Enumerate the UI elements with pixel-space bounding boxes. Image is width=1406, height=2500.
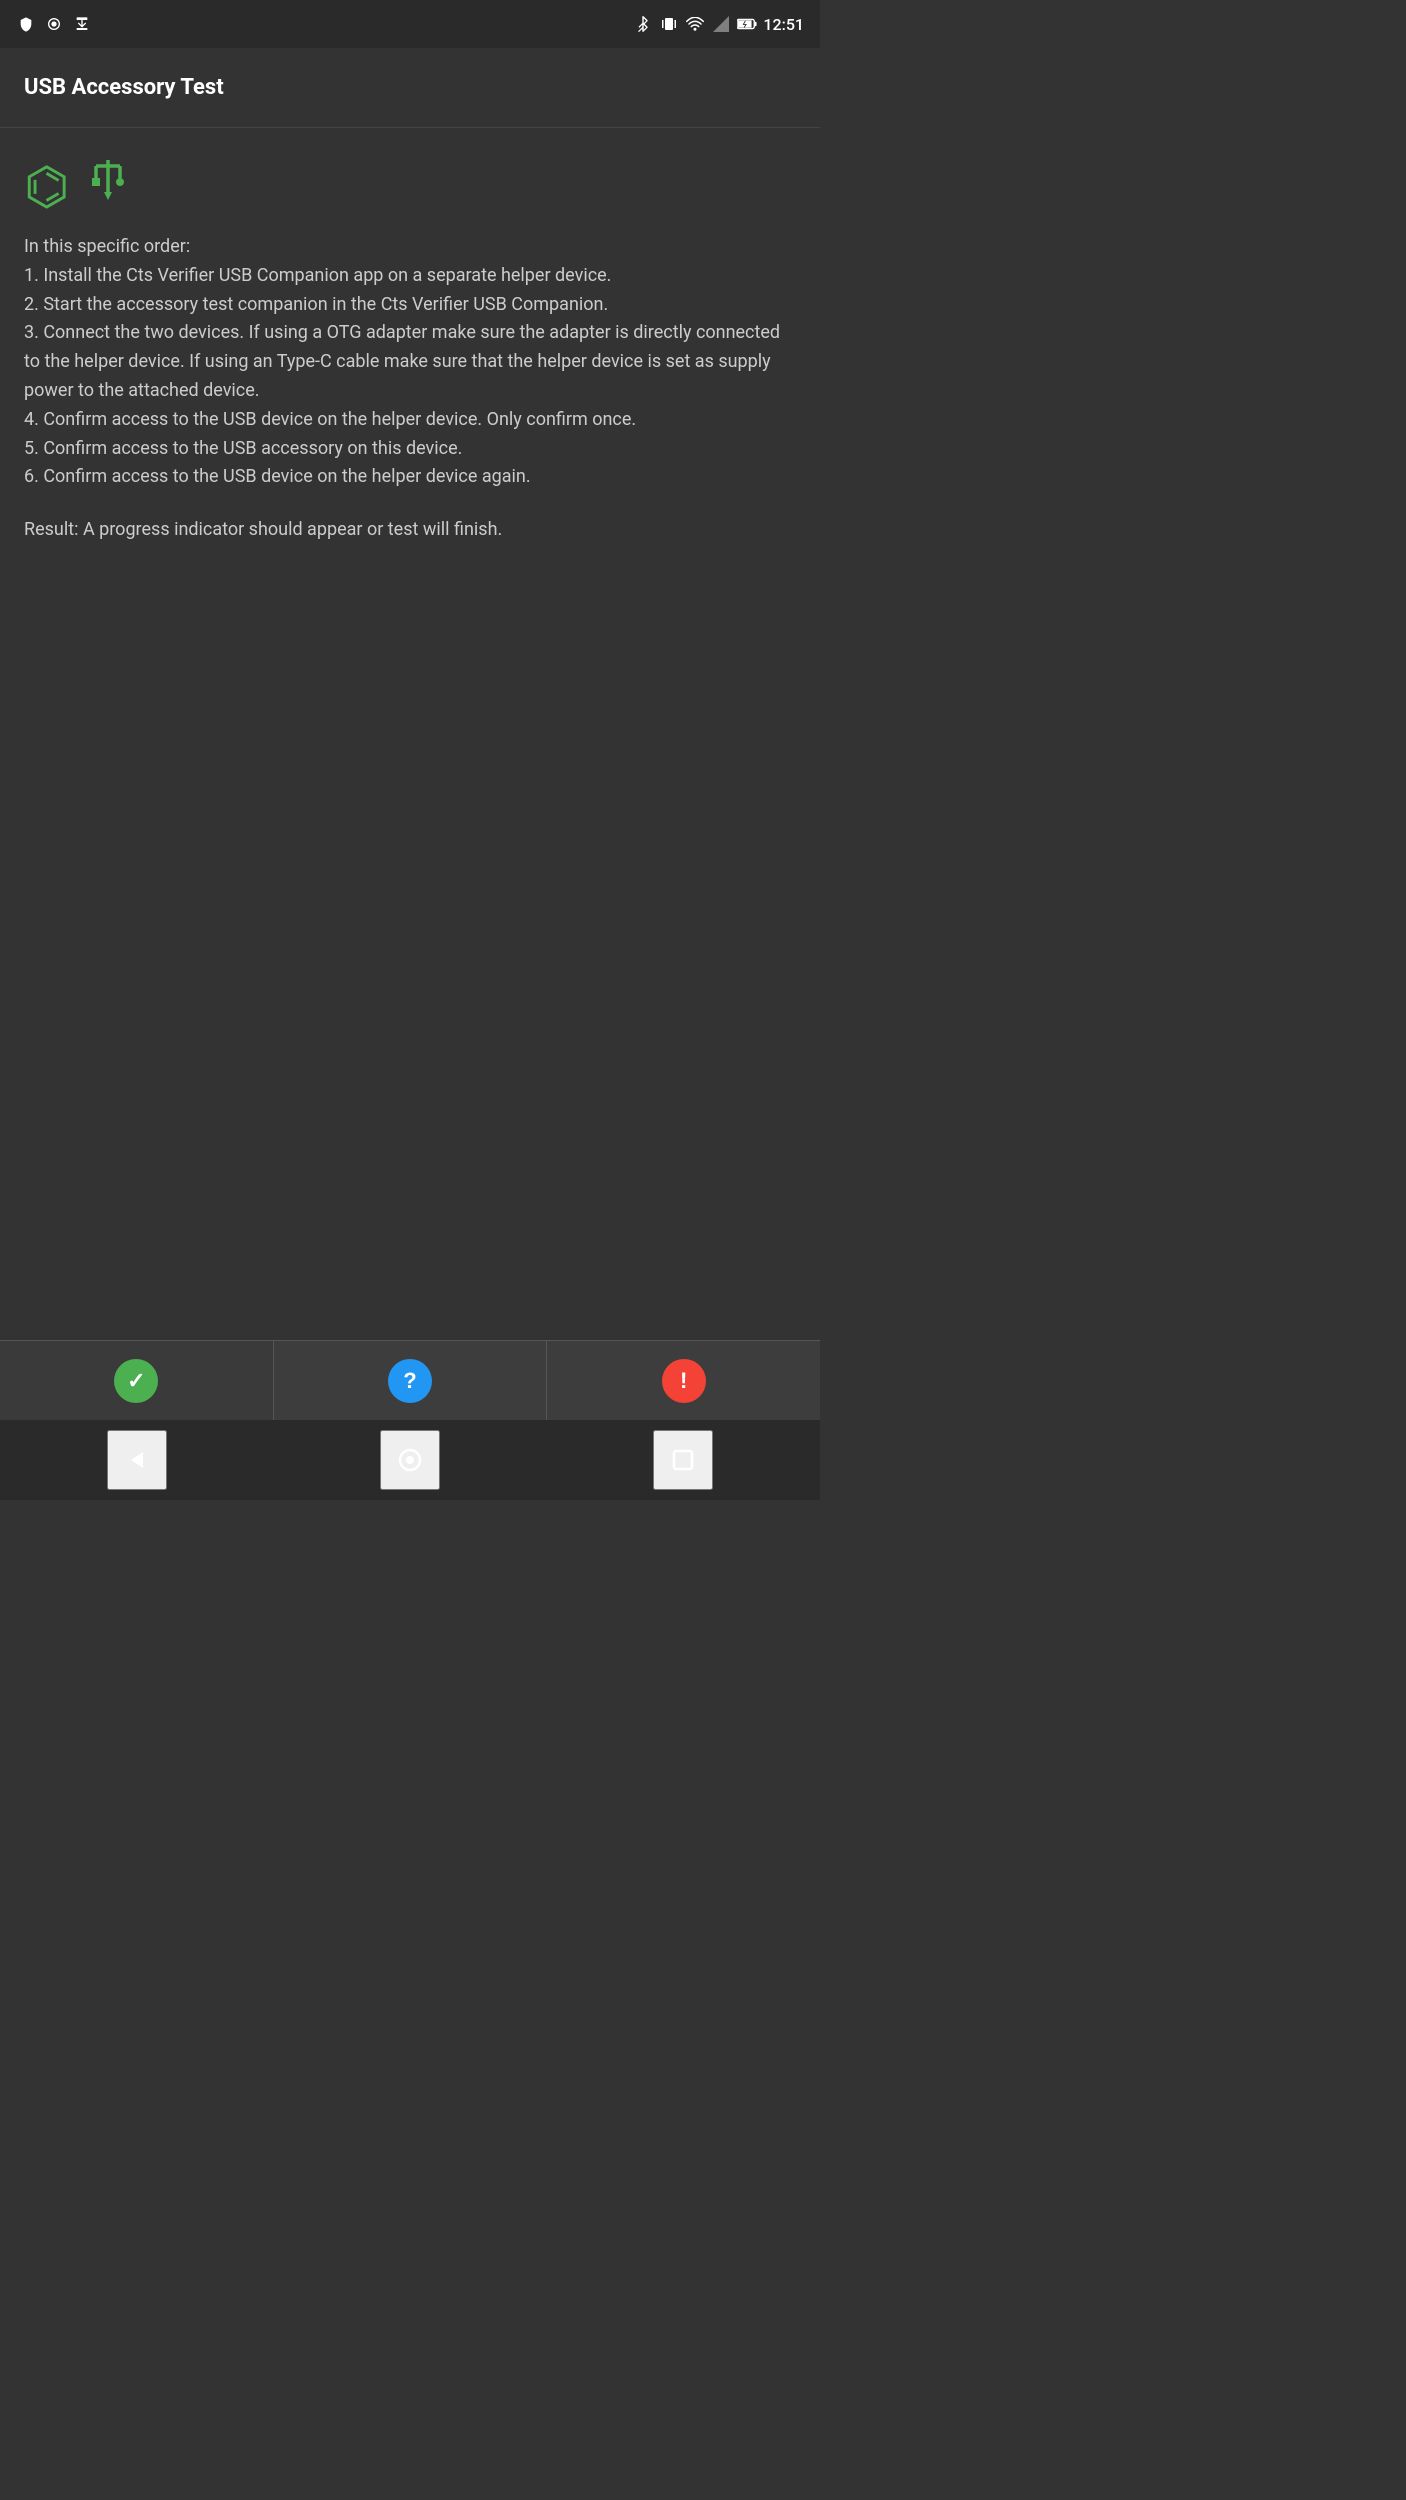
bluetooth-icon (633, 14, 653, 34)
page-title: USB Accessory Test (24, 75, 224, 100)
result-text: Result: A progress indicator should appe… (24, 516, 796, 545)
info-button[interactable]: ? (274, 1341, 548, 1420)
main-content: ⌬ In this specific order: 1. Install the… (0, 128, 820, 569)
info-icon: ? (388, 1359, 432, 1403)
pass-icon: ✓ (114, 1359, 158, 1403)
instructions-text: In this specific order: 1. Install the C… (24, 233, 796, 492)
back-button[interactable] (107, 1430, 167, 1490)
status-bar: 12:51 (0, 0, 820, 48)
fail-button[interactable]: ! (547, 1341, 820, 1420)
app-bar: USB Accessory Test (0, 48, 820, 128)
home-button[interactable] (380, 1430, 440, 1490)
shield-icon (16, 14, 36, 34)
status-bar-right-icons: 12:51 (633, 14, 804, 34)
battery-icon (737, 14, 757, 34)
bottom-action-buttons: ✓ ? ! (0, 1340, 820, 1420)
wifi-icon (685, 14, 705, 34)
pass-button[interactable]: ✓ (0, 1341, 274, 1420)
usb-icon: ⌬ (24, 152, 796, 213)
nav-bar (0, 1420, 820, 1500)
status-bar-left-icons (16, 14, 92, 34)
status-time: 12:51 (763, 15, 804, 34)
download-icon (72, 14, 92, 34)
vibrate-icon (659, 14, 679, 34)
fail-icon: ! (662, 1359, 706, 1403)
record-icon (44, 14, 64, 34)
recents-button[interactable] (653, 1430, 713, 1490)
signal-icon (711, 14, 731, 34)
